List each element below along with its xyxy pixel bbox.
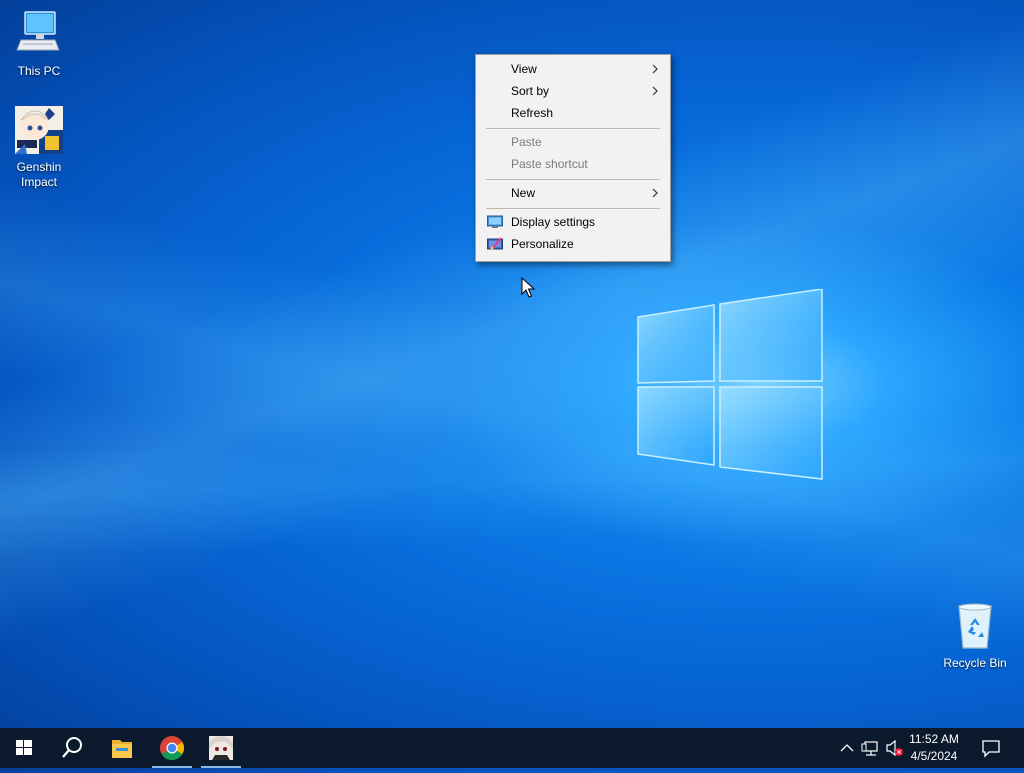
menu-separator [486, 208, 660, 209]
personalize-icon [487, 237, 503, 250]
volume-muted-icon[interactable] [884, 728, 906, 768]
search-button[interactable] [48, 728, 96, 768]
desktop-icon-genshin-impact[interactable]: Genshin Impact [3, 106, 75, 190]
this-pc-icon [16, 11, 60, 51]
mouse-pointer-icon [521, 277, 536, 298]
menu-item-label: Personalize [511, 237, 574, 251]
file-explorer-icon [112, 740, 132, 758]
menu-item-label: View [511, 62, 537, 76]
start-button[interactable] [0, 728, 48, 768]
desktop-icon-label-line1: Genshin [16, 160, 62, 174]
menu-item-paste[interactable]: Paste [477, 131, 669, 153]
action-center-icon[interactable] [978, 728, 1004, 768]
search-icon [62, 737, 82, 758]
network-icon[interactable] [860, 728, 882, 768]
display-settings-icon [487, 215, 503, 228]
menu-item-label: New [511, 186, 536, 200]
menu-item-label: Sort by [511, 84, 550, 98]
taskbar-file-explorer[interactable] [98, 728, 146, 768]
chevron-right-icon [652, 188, 658, 198]
menu-separator [486, 179, 660, 180]
menu-item-label: Refresh [511, 106, 554, 120]
menu-item-label: Paste [511, 135, 542, 149]
desktop-icon-this-pc[interactable]: This PC [3, 10, 75, 79]
desktop-context-menu: View Sort by Refresh Paste Paste shortcu… [475, 54, 671, 262]
chevron-up-icon[interactable] [838, 728, 856, 768]
menu-item-paste-shortcut[interactable]: Paste shortcut [477, 153, 669, 175]
clock-date: 4/5/2024 [910, 749, 958, 763]
app-avatar-icon [209, 736, 233, 760]
desktop-icon-recycle-bin[interactable]: Recycle Bin [939, 602, 1011, 671]
menu-separator [486, 128, 660, 129]
menu-item-label: Display settings [511, 215, 596, 229]
taskbar-app[interactable] [197, 728, 245, 768]
menu-item-sort-by[interactable]: Sort by [477, 80, 669, 102]
menu-item-label: Paste shortcut [511, 157, 588, 171]
chrome-icon [160, 736, 185, 761]
menu-item-personalize[interactable]: Personalize [477, 233, 669, 255]
menu-item-view[interactable]: View [477, 58, 669, 80]
clock[interactable]: 11:52 AM 4/5/2024 [904, 731, 964, 765]
chevron-right-icon [652, 64, 658, 74]
desktop-icon-label: This PC [17, 64, 61, 78]
taskbar: 11:52 AM 4/5/2024 [0, 728, 1024, 768]
menu-item-new[interactable]: New [477, 182, 669, 204]
taskbar-chrome[interactable] [148, 728, 196, 768]
start-icon [16, 740, 32, 755]
menu-item-refresh[interactable]: Refresh [477, 102, 669, 124]
desktop-icon-label-line2: Impact [20, 175, 57, 189]
genshin-impact-icon [15, 106, 63, 154]
clock-time: 11:52 AM [909, 732, 959, 746]
chevron-right-icon [652, 86, 658, 96]
menu-item-display-settings[interactable]: Display settings [477, 211, 669, 233]
desktop-icon-label: Recycle Bin [943, 656, 1007, 670]
windows-logo-wallpaper [637, 289, 823, 480]
recycle-bin-icon [958, 603, 992, 649]
